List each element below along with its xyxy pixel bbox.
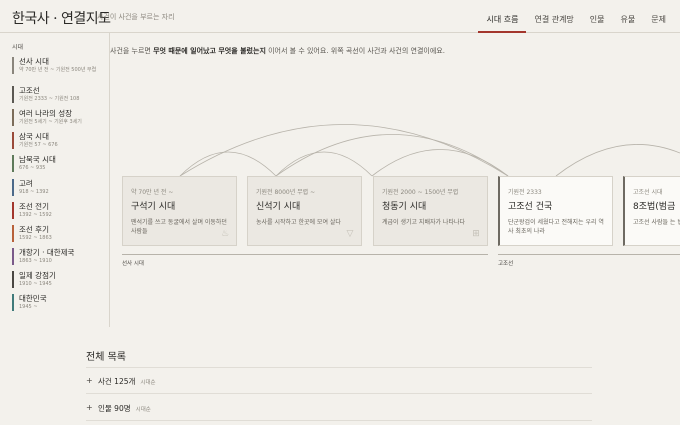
app-logo[interactable]: 한국사 · 연결지도 [12, 8, 111, 28]
sidebar-item-range: 676 ~ 935 [19, 165, 46, 171]
sidebar-item-title: 여러 나라의 성장 [19, 109, 73, 118]
sidebar-item-range: 기원전 5세기 ~ 기원후 3세기 [19, 119, 82, 125]
event-desc: 단군왕검이 세웠다고 전해지는 우리 역사 최초의 나라 [508, 219, 604, 235]
sidebar-item-title: 고려 [19, 179, 33, 188]
event-card-paleolithic[interactable]: 약 70만 년 전 ~ 구석기 시대 뗀석기를 쓰고 동굴에서 살며 이동하던 … [122, 176, 237, 246]
list-row-label: 사건 125개 시대순 [98, 376, 156, 387]
event-desc: 뗀석기를 쓰고 동굴에서 살며 이동하던 사람들 [131, 219, 227, 235]
bronze-icon: ⊞ [472, 229, 480, 239]
list-row-sub: 시대순 [135, 407, 151, 413]
timeline-canvas[interactable]: 약 70만 년 전 ~ 구석기 시대 뗀석기를 쓰고 동굴에서 살며 이동하던 … [110, 33, 680, 327]
event-date: 약 70만 년 전 ~ [131, 189, 174, 196]
event-card-gojoseon-founding[interactable]: 기원전 2333 고조선 건국 단군왕검이 세웠다고 전해지는 우리 역사 최초… [498, 176, 613, 246]
sidebar-item-range: 1592 ~ 1863 [19, 235, 52, 241]
event-desc: 고조선 사람들 는 법 [633, 219, 680, 226]
sidebar-item-north-south[interactable]: 남북국 시대 676 ~ 935 [12, 155, 104, 172]
list-row-title: 인물 90명 [98, 404, 131, 413]
sidebar-item-title: 일제 강점기 [19, 271, 56, 280]
era-line-gojoseon [498, 254, 680, 255]
main-nav: 시대 흐름 연결 관계망 인물 유물 문제 [478, 0, 674, 33]
event-card-neolithic[interactable]: 기원전 8000년 무렵 ~ 신석기 시대 농사를 시작하고 한곳에 모여 살다… [247, 176, 362, 246]
event-desc: 계급이 생기고 지배자가 나타나다 [382, 219, 466, 226]
event-title: 구석기 시대 [131, 202, 176, 212]
list-row-title: 사건 125개 [98, 377, 136, 386]
event-card-bronze-age[interactable]: 기원전 2000 ~ 1500년 무렵 청동기 시대 계급이 생기고 지배자가 … [373, 176, 488, 246]
sidebar-item-range: 기원전 57 ~ 676 [19, 142, 58, 148]
sidebar-item-range: 약 70만 년 전 ~ 기원전 500년 무렵 [19, 67, 97, 73]
sidebar-item-prehistory[interactable]: 선사 시대 약 70만 년 전 ~ 기원전 500년 무렵 [12, 57, 104, 74]
sidebar-item-title: 대한민국 [19, 294, 47, 303]
tab-quiz[interactable]: 문제 [643, 0, 674, 33]
event-title: 고조선 건국 [508, 202, 553, 212]
sidebar-item-early-joseon[interactable]: 조선 전기 1392 ~ 1592 [12, 202, 104, 219]
sidebar-item-early-states[interactable]: 여러 나라의 성장 기원전 5세기 ~ 기원후 3세기 [12, 109, 104, 126]
event-date: 기원전 2000 ~ 1500년 무렵 [382, 189, 459, 196]
sidebar-item-range: 918 ~ 1392 [19, 189, 49, 195]
tab-network[interactable]: 연결 관계망 [526, 0, 581, 33]
event-title: 청동기 시대 [382, 202, 427, 212]
sidebar-item-title: 남북국 시대 [19, 155, 56, 164]
sidebar-item-goryeo[interactable]: 고려 918 ~ 1392 [12, 179, 104, 196]
tab-artifacts[interactable]: 유물 [613, 0, 644, 33]
sidebar-item-range: 1945 ~ [19, 304, 38, 310]
era-label-prehistory: 선사 시대 [122, 261, 144, 267]
flame-icon: ♨ [220, 229, 230, 239]
pottery-icon: ▽ [346, 229, 354, 239]
app-subtitle: 사건이 사건을 부르는 자리 [97, 13, 175, 21]
sidebar-item-korean-empire[interactable]: 개항기 · 대한제국 1863 ~ 1910 [12, 248, 104, 265]
sidebar-item-late-joseon[interactable]: 조선 후기 1592 ~ 1863 [12, 225, 104, 242]
list-row-events[interactable]: + 사건 125개 시대순 [86, 368, 592, 394]
event-desc: 농사를 시작하고 한곳에 모여 살다 [256, 219, 341, 226]
app-header: 한국사 · 연결지도 사건이 사건을 부르는 자리 시대 흐름 연결 관계망 인… [0, 0, 680, 33]
event-title: 8조법(범금 [633, 202, 676, 212]
event-title: 신석기 시대 [256, 202, 301, 212]
sidebar-item-title: 고조선 [19, 86, 40, 95]
sidebar-item-range: 1910 ~ 1945 [19, 281, 52, 287]
sidebar-item-gojoseon[interactable]: 고조선 기원전 2333 ~ 기원전 108 [12, 86, 104, 103]
full-list-title: 전체 목록 [86, 352, 126, 363]
expand-icon: + [86, 403, 93, 412]
tab-people[interactable]: 인물 [582, 0, 613, 33]
era-line-prehistory [122, 254, 488, 255]
sidebar-item-title: 삼국 시대 [19, 132, 49, 141]
era-label-gojoseon: 고조선 [498, 261, 514, 267]
expand-icon: + [86, 376, 93, 385]
event-date: 기원전 2333 [508, 189, 542, 196]
sidebar-item-colonial-era[interactable]: 일제 강점기 1910 ~ 1945 [12, 271, 104, 288]
sidebar-item-three-kingdoms[interactable]: 삼국 시대 기원전 57 ~ 676 [12, 132, 104, 149]
era-sidebar: 시대 선사 시대 약 70만 년 전 ~ 기원전 500년 무렵 고조선 기원전… [0, 33, 110, 327]
tab-era-flow[interactable]: 시대 흐름 [478, 0, 527, 33]
list-row-sub: 시대순 [140, 380, 156, 386]
sidebar-item-range: 1392 ~ 1592 [19, 212, 52, 218]
sidebar-item-title: 선사 시대 [19, 57, 49, 66]
list-row-people[interactable]: + 인물 90명 시대순 [86, 395, 592, 421]
sidebar-heading: 시대 [12, 44, 24, 51]
sidebar-item-title: 개항기 · 대한제국 [19, 248, 75, 257]
sidebar-item-title: 조선 전기 [19, 202, 49, 211]
event-card-eight-laws[interactable]: 고조선 시대 8조법(범금 고조선 사람들 는 법 [623, 176, 680, 246]
sidebar-item-range: 기원전 2333 ~ 기원전 108 [19, 96, 80, 102]
event-date: 고조선 시대 [633, 189, 663, 196]
sidebar-item-range: 1863 ~ 1910 [19, 258, 52, 264]
event-date: 기원전 8000년 무렵 ~ [256, 189, 316, 196]
sidebar-item-republic[interactable]: 대한민국 1945 ~ [12, 294, 104, 311]
sidebar-item-title: 조선 후기 [19, 225, 49, 234]
list-row-label: 인물 90명 시대순 [98, 403, 151, 414]
